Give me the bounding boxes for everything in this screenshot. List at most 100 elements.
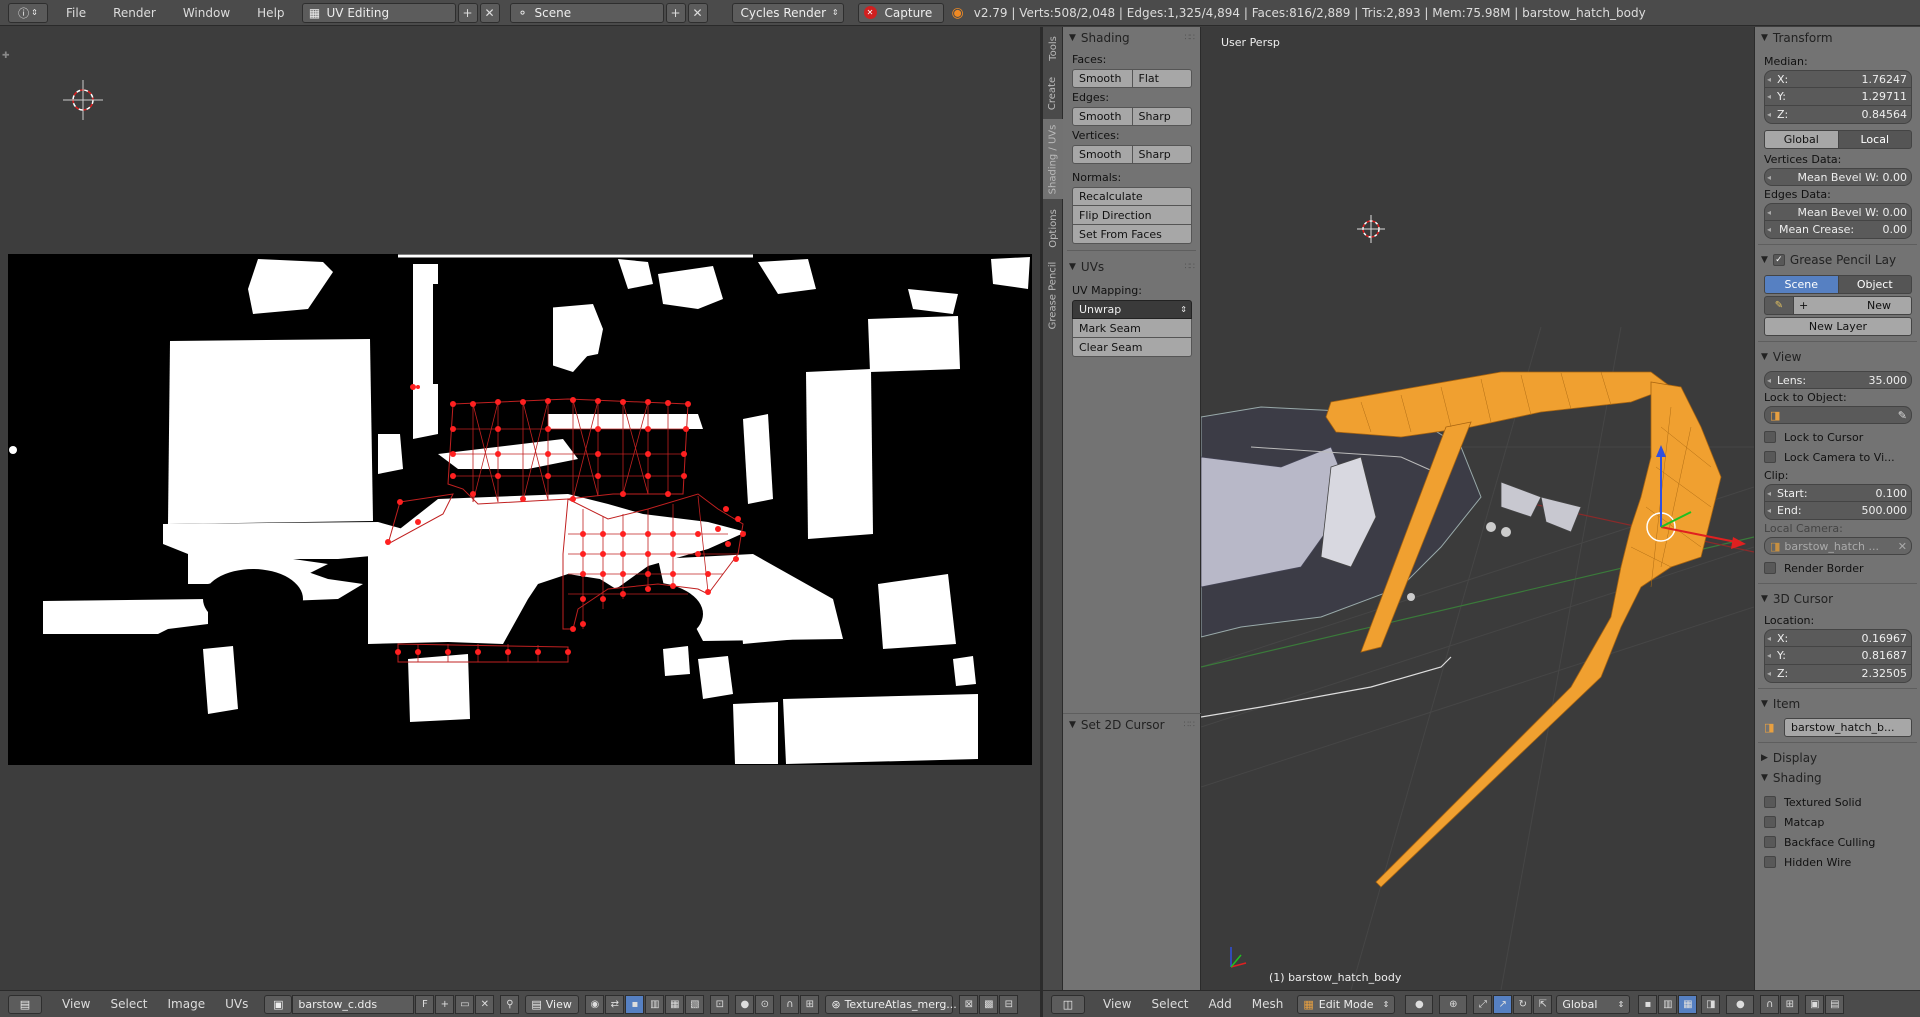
3d-viewport[interactable]: User Persp (1) barstow_hatch_body bbox=[1201, 27, 1754, 990]
cursor-x-field[interactable]: ◂ X: 0.16967 bbox=[1764, 629, 1912, 647]
panel-grip-icon[interactable]: ∷∷ bbox=[1185, 33, 1196, 43]
add-scene-button[interactable]: + bbox=[665, 2, 686, 23]
delete-layout-button[interactable]: ✕ bbox=[479, 2, 500, 23]
editor-type-button[interactable]: ⓘ ⇕ bbox=[8, 2, 48, 23]
edge-select-icon[interactable]: ▥ bbox=[645, 994, 665, 1014]
island-select-icon[interactable]: ▧ bbox=[685, 994, 705, 1014]
edges-sharp-button[interactable]: Sharp bbox=[1132, 107, 1192, 126]
rotate-manipulator-icon[interactable]: ↻ bbox=[1513, 994, 1533, 1014]
faces-smooth-button[interactable]: Smooth bbox=[1072, 69, 1133, 88]
menu-help[interactable]: Help bbox=[245, 6, 299, 20]
faces-flat-button[interactable]: Flat bbox=[1132, 69, 1192, 88]
pivot-icon[interactable]: ◉ bbox=[585, 994, 605, 1014]
lock-object-field[interactable]: ◨ ✎ bbox=[1764, 406, 1912, 424]
edges-smooth-button[interactable]: Smooth bbox=[1072, 107, 1133, 126]
vertex-select-icon[interactable]: ▪ bbox=[625, 994, 645, 1014]
opengl-render-icon[interactable]: ▣ bbox=[1805, 994, 1825, 1014]
tab-grease-pencil[interactable]: Grease Pencil bbox=[1043, 257, 1063, 333]
mode-selector[interactable]: ▦ Edit Mode ⇕ bbox=[1297, 994, 1396, 1014]
item-panel-header[interactable]: ▼ Item bbox=[1755, 694, 1920, 714]
folder-icon[interactable]: ▭ bbox=[455, 994, 475, 1014]
transform-panel-header[interactable]: ▼ Transform bbox=[1755, 28, 1920, 48]
vertices-sharp-button[interactable]: Sharp bbox=[1132, 145, 1192, 164]
snap-target-icon[interactable]: ⊞ bbox=[1780, 994, 1800, 1014]
manipulator-toggle-icon[interactable]: ⤢ bbox=[1473, 994, 1493, 1014]
set-2d-cursor-panel-header[interactable]: ▼ Set 2D Cursor ∷∷ bbox=[1063, 713, 1201, 735]
3d-cursor-panel-header[interactable]: ▼ 3D Cursor bbox=[1755, 589, 1920, 609]
uvs-panel-header[interactable]: ▼ UVs ∷∷ bbox=[1063, 257, 1200, 277]
local-camera-field[interactable]: ◨ barstow_hatch ... ✕ bbox=[1764, 537, 1912, 555]
render-slot-icon[interactable]: ⊟ bbox=[999, 994, 1019, 1014]
clip-end-field[interactable]: ◂ End: 500.000 bbox=[1764, 502, 1912, 520]
face-select-icon[interactable]: ▦ bbox=[665, 994, 685, 1014]
clip-start-field[interactable]: ◂ Start: 0.100 bbox=[1764, 484, 1912, 502]
face-select-mode-icon[interactable]: ▦ bbox=[1678, 994, 1698, 1014]
recalculate-normals-button[interactable]: Recalculate bbox=[1072, 187, 1192, 206]
backface-culling-checkbox[interactable]: Backface Culling bbox=[1755, 832, 1920, 852]
lock-camera-checkbox[interactable]: Lock Camera to Vi... bbox=[1755, 447, 1920, 467]
paint-icon[interactable]: ⊠ bbox=[959, 994, 979, 1014]
limit-selection-icon[interactable]: ◨ bbox=[1701, 994, 1721, 1014]
render-border-checkbox[interactable]: Render Border bbox=[1755, 558, 1920, 578]
view-mode-selector[interactable]: ▤ View bbox=[525, 994, 580, 1014]
uv-map-selector[interactable]: ⊛ TextureAtlas_merg... bbox=[825, 994, 957, 1014]
sync-selection-icon[interactable]: ⇄ bbox=[605, 994, 625, 1014]
view-panel-header[interactable]: ▼ View bbox=[1755, 347, 1920, 367]
median-z-field[interactable]: ◂ Z: 0.84564 bbox=[1764, 106, 1912, 124]
lock-to-cursor-checkbox[interactable]: Lock to Cursor bbox=[1755, 427, 1920, 447]
editor-type-button[interactable]: ◫ bbox=[1051, 994, 1085, 1014]
proportional-editing-icon[interactable]: ● bbox=[1726, 994, 1755, 1014]
shading-panel-header[interactable]: ▼ Shading bbox=[1755, 768, 1920, 788]
orientation-selector[interactable]: Global ⇕ bbox=[1556, 994, 1631, 1014]
snap-element-icon[interactable]: ⊞ bbox=[800, 994, 820, 1014]
panel-grip-icon[interactable]: ∷∷ bbox=[1184, 720, 1195, 730]
edge-select-mode-icon[interactable]: ▥ bbox=[1658, 994, 1678, 1014]
shading-panel-header[interactable]: ▼ Shading ∷∷ bbox=[1063, 28, 1200, 48]
median-y-field[interactable]: ◂ Y: 1.29711 bbox=[1764, 88, 1912, 106]
menu-view[interactable]: View bbox=[52, 997, 100, 1011]
capture-button[interactable]: ✕ Capture bbox=[857, 2, 944, 23]
magnet-icon[interactable]: ∩ bbox=[780, 994, 800, 1014]
grease-object-toggle[interactable]: Object bbox=[1838, 275, 1912, 294]
grease-pencil-panel-header[interactable]: ▼ ✓ Grease Pencil Lay bbox=[1755, 250, 1920, 270]
proportional-edit-icon[interactable]: ● bbox=[735, 994, 755, 1014]
matcap-checkbox[interactable]: Matcap bbox=[1755, 812, 1920, 832]
sticky-select-icon[interactable]: ⊡ bbox=[710, 994, 730, 1014]
unwrap-menu-button[interactable]: Unwrap ⇕ bbox=[1072, 300, 1192, 319]
uv-texture-image[interactable] bbox=[8, 254, 1032, 765]
pivot-point-icon[interactable]: ⊕ bbox=[1439, 994, 1468, 1014]
scale-manipulator-icon[interactable]: ⇱ bbox=[1533, 994, 1553, 1014]
uv-image-editor[interactable]: ✚ bbox=[0, 27, 1040, 990]
vertices-smooth-button[interactable]: Smooth bbox=[1072, 145, 1133, 164]
grease-pencil-enable-checkbox[interactable]: ✓ bbox=[1772, 254, 1785, 266]
area-corner-icon[interactable]: ✚ bbox=[2, 51, 10, 61]
menu-view[interactable]: View bbox=[1093, 997, 1141, 1011]
menu-select[interactable]: Select bbox=[1141, 997, 1198, 1011]
flip-direction-button[interactable]: Flip Direction bbox=[1072, 206, 1192, 225]
screen-layout-selector[interactable]: ▦ UV Editing bbox=[301, 2, 456, 23]
close-icon[interactable]: ✕ bbox=[1898, 540, 1907, 553]
pencil-datablock-button[interactable]: ✎ bbox=[1764, 296, 1794, 315]
tab-shading-uvs[interactable]: Shading / UVs bbox=[1043, 119, 1063, 199]
snap-toggle-icon[interactable]: ∩ bbox=[1760, 994, 1780, 1014]
menu-uvs[interactable]: UVs bbox=[215, 997, 258, 1011]
display-panel-header[interactable]: ▶ Display bbox=[1755, 748, 1920, 768]
global-toggle[interactable]: Global bbox=[1764, 130, 1839, 149]
new-layer-button[interactable]: New Layer bbox=[1764, 317, 1912, 336]
textured-solid-checkbox[interactable]: Textured Solid bbox=[1755, 792, 1920, 812]
menu-render[interactable]: Render bbox=[101, 6, 171, 20]
vertex-select-mode-icon[interactable]: ▪ bbox=[1638, 994, 1658, 1014]
add-layout-button[interactable]: + bbox=[457, 2, 478, 23]
grease-scene-toggle[interactable]: Scene bbox=[1764, 275, 1839, 294]
tab-create[interactable]: Create bbox=[1043, 71, 1063, 115]
panel-grip-icon[interactable]: ∷∷ bbox=[1185, 262, 1196, 272]
close-icon[interactable]: ✕ bbox=[475, 994, 495, 1014]
clear-seam-button[interactable]: Clear Seam bbox=[1072, 338, 1192, 357]
menu-window[interactable]: Window bbox=[171, 6, 245, 20]
viewport-shading-icon[interactable]: ● bbox=[1405, 994, 1434, 1014]
menu-select[interactable]: Select bbox=[100, 997, 157, 1011]
menu-image[interactable]: Image bbox=[158, 997, 216, 1011]
checker-icon[interactable]: ▩ bbox=[979, 994, 999, 1014]
fake-user-button[interactable]: F bbox=[415, 994, 435, 1014]
tab-options[interactable]: Options bbox=[1043, 203, 1063, 253]
